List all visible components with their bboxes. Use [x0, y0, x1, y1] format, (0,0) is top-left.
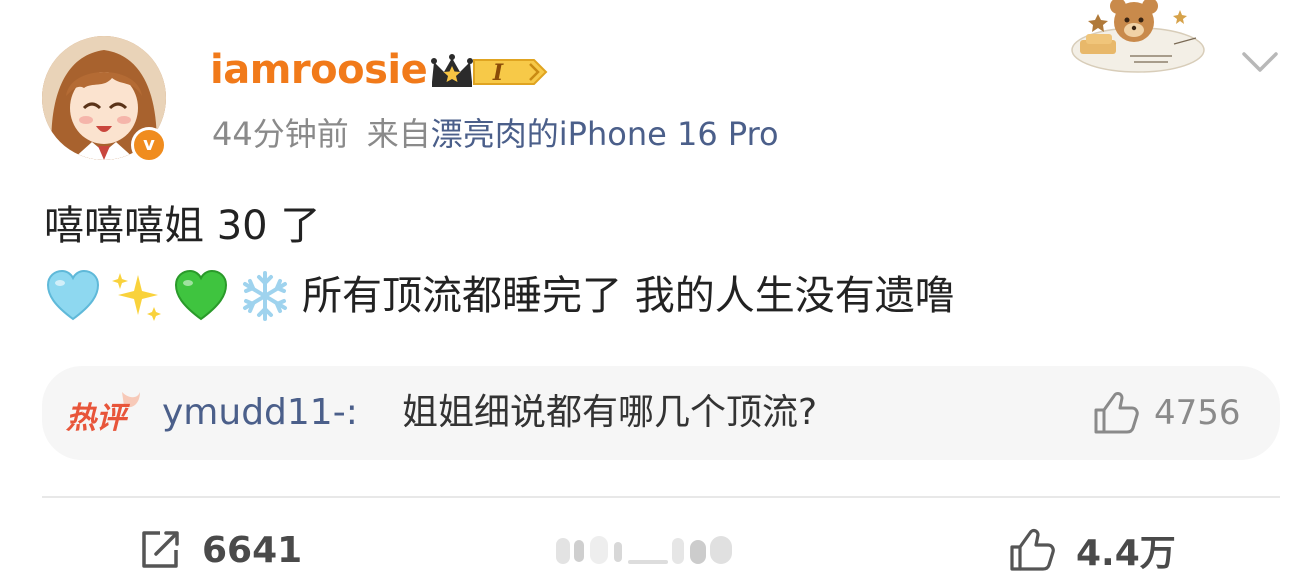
green-heart-icon — [172, 267, 230, 325]
member-level: I — [492, 60, 504, 86]
source-device-link[interactable]: iPhone 16 Pro — [559, 115, 779, 153]
divider — [42, 496, 1280, 498]
member-crown-badge[interactable]: I — [430, 52, 548, 90]
post-content-line1: 嘻嘻嘻姐 30 了 — [44, 203, 321, 249]
verified-badge: v — [131, 127, 167, 163]
post-content-text: 所有顶流都睡完了 我的人生没有遗噜 — [302, 273, 955, 319]
thumbs-up-icon — [1094, 392, 1139, 434]
comment-like-count: 4756 — [1154, 393, 1241, 433]
post-content-line2: 所有顶流都睡完了 我的人生没有遗噜 — [44, 266, 955, 326]
more-chevron-button[interactable] — [1236, 42, 1284, 82]
hot-tag-text: 热评 — [65, 401, 131, 436]
decorative-bear-sticker — [1068, 0, 1208, 76]
repost-count: 6641 — [202, 529, 303, 571]
post-meta: 44分钟前 来自漂亮肉的iPhone 16 Pro — [212, 112, 779, 156]
crown-icon — [431, 54, 473, 87]
post-time: 44分钟前 — [212, 115, 349, 153]
watermark-logo — [552, 530, 748, 570]
sparkles-icon — [108, 267, 166, 325]
comment-like-button[interactable]: 4756 — [1092, 388, 1241, 438]
comment-text: 姐姐细说都有哪几个顶流? — [402, 392, 818, 433]
repost-button[interactable]: 6641 — [138, 524, 302, 576]
chevron-down-icon — [1242, 52, 1278, 72]
comment-author[interactable]: ymudd11-: — [162, 388, 358, 438]
hot-comment-tag: 热评 — [64, 390, 142, 436]
repost-icon — [142, 531, 179, 568]
like-count: 4.4万 — [1076, 533, 1176, 574]
snowflake-icon — [236, 267, 294, 325]
username[interactable]: iamroosie — [210, 44, 428, 96]
light-blue-heart-icon — [44, 267, 102, 325]
source-name-link[interactable]: 漂亮肉的 — [431, 115, 559, 153]
source-prefix: 来自 — [366, 115, 431, 153]
weibo-post: v iamroosie I 44分钟前来自漂亮肉的iPhone 16 Pro — [0, 0, 1302, 582]
hot-comment[interactable]: 热评 ymudd11-: 姐姐细说都有哪几个顶流? 4756 — [42, 366, 1280, 460]
like-button[interactable]: 4.4万 — [1008, 524, 1176, 576]
thumbs-up-icon — [1010, 528, 1055, 571]
